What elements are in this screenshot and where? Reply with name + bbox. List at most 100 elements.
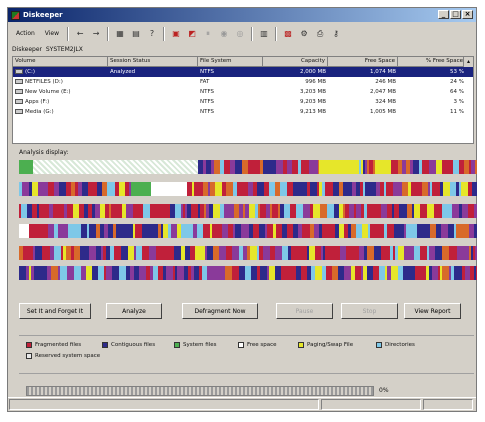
drive-icon: [15, 89, 23, 94]
analysis-segment: [475, 246, 477, 260]
analysis-segment: [33, 160, 198, 174]
print-icon[interactable]: ⎙: [313, 27, 327, 41]
options-icon[interactable]: ⚙: [297, 27, 311, 41]
column-header-percent-free[interactable]: % Free Space: [398, 57, 466, 67]
analysis-segment: [367, 246, 374, 260]
set-it-icon[interactable]: ▩: [281, 27, 295, 41]
defragment-icon[interactable]: ◩: [185, 27, 199, 41]
analysis-segment: [136, 204, 143, 218]
analysis-segment: [391, 266, 398, 280]
analysis-segment: [291, 246, 298, 260]
analysis-segment: [143, 204, 150, 218]
analysis-segment: [319, 160, 359, 174]
table-row[interactable]: NETFILES (D:) FAT 996 MB 246 MB 24 %: [13, 77, 473, 87]
forward-arrow-icon[interactable]: →: [89, 27, 103, 41]
path-value: SYSTEM2JLX: [45, 46, 83, 53]
table-row[interactable]: New Volume (E:) NTFS 3,203 MB 2,047 MB 64 %: [13, 87, 473, 97]
analysis-segment: [420, 246, 427, 260]
analysis-segment: [57, 204, 64, 218]
analyze-button[interactable]: Analyze: [106, 303, 162, 319]
pause-button[interactable]: Pause: [276, 303, 333, 319]
analysis-row: [19, 182, 477, 196]
legend-swatch: [298, 342, 304, 348]
filesystem-cell: NTFS: [200, 69, 215, 75]
analysis-segment: [408, 266, 415, 280]
window-title: Diskeeper: [23, 11, 63, 19]
analysis-segment: [51, 266, 58, 280]
volume-cell: Media (G:): [13, 109, 108, 115]
schedule-icon[interactable]: ▥: [257, 27, 271, 41]
analysis-segment: [423, 224, 430, 238]
report-icon[interactable]: ◎: [233, 27, 247, 41]
free-space-cell: 1,074 MB: [369, 69, 396, 75]
percent-free-cell: 24 %: [450, 79, 464, 85]
table-row[interactable]: Apps (F:) NTFS 9,203 MB 324 MB 3 %: [13, 97, 473, 107]
analysis-segment: [456, 224, 463, 238]
analysis-segment: [121, 246, 128, 260]
analysis-segment: [213, 204, 220, 218]
analysis-segment: [35, 246, 42, 260]
table-row[interactable]: Media (G:) NTFS 9,213 MB 1,005 MB 11 %: [13, 107, 473, 117]
status-cell: Analyzed: [110, 69, 136, 75]
path-label: Diskeeper: [12, 46, 43, 53]
status-pane-2: [321, 399, 421, 410]
table-row[interactable]: (C:) Analyzed NTFS 2,000 MB 1,074 MB 53 %: [13, 67, 473, 77]
analysis-segment: [472, 182, 477, 196]
analysis-segment: [151, 182, 187, 196]
analysis-display: [19, 160, 477, 280]
analysis-segment: [177, 266, 184, 280]
analysis-segment: [74, 266, 81, 280]
properties-icon[interactable]: ▤: [129, 27, 143, 41]
column-header-free-space[interactable]: Free Space: [328, 57, 398, 67]
tree-icon[interactable]: ▦: [113, 27, 127, 41]
filesystem-cell: NTFS: [200, 109, 215, 115]
analyze-icon[interactable]: ▣: [169, 27, 183, 41]
legend-swatch: [102, 342, 108, 348]
legend-item-directories: Directories: [376, 342, 415, 348]
maximize-button[interactable]: □: [450, 10, 461, 19]
set-it-and-forget-it-button[interactable]: Set It and Forget It: [19, 303, 91, 319]
analysis-segment: [462, 246, 469, 260]
analysis-segment: [257, 182, 264, 196]
analysis-segment: [476, 266, 477, 280]
free-space-cell: 324 MB: [375, 99, 396, 105]
analysis-segment: [276, 160, 283, 174]
analysis-segment: [320, 204, 327, 218]
analysis-segment: [232, 246, 239, 260]
legend-item-reserved: Reserved system space: [26, 353, 100, 359]
menu-view[interactable]: View: [41, 30, 63, 37]
analysis-segment: [112, 266, 119, 280]
help-icon[interactable]: ?: [145, 27, 159, 41]
analysis-segment: [213, 266, 220, 280]
progress-bar: [26, 386, 374, 396]
column-header-capacity[interactable]: Capacity: [263, 57, 328, 67]
title-bar[interactable]: Diskeeper _ □ ×: [8, 8, 476, 22]
analysis-label: Analysis display:: [19, 149, 69, 156]
analysis-row: [19, 224, 477, 238]
stop-button[interactable]: Stop: [341, 303, 398, 319]
view-report-button[interactable]: View Report: [404, 303, 461, 319]
pause-icon[interactable]: ⏸: [201, 27, 215, 41]
column-header-file-system[interactable]: File System: [198, 57, 263, 67]
menu-action[interactable]: Action: [12, 30, 39, 37]
column-header-volume[interactable]: Volume: [13, 57, 108, 67]
key-icon[interactable]: ⚷: [329, 27, 343, 41]
analysis-segment: [260, 266, 267, 280]
scroll-up-arrow[interactable]: ▴: [463, 57, 473, 67]
legend-swatch: [26, 353, 32, 359]
analysis-segment: [441, 224, 448, 238]
analysis-segment: [442, 266, 449, 280]
capacity-cell: 2,000 MB: [299, 69, 326, 75]
analysis-segment: [344, 266, 351, 280]
free-space-cell: 1,005 MB: [369, 109, 396, 115]
defragment-now-button[interactable]: Defragment Now: [182, 303, 258, 319]
column-header-session-status[interactable]: Session Status: [108, 57, 198, 67]
free-space-cell: 2,047 MB: [369, 89, 396, 95]
analysis-segment: [135, 224, 142, 238]
close-button[interactable]: ×: [462, 10, 473, 19]
back-arrow-icon[interactable]: ←: [73, 27, 87, 41]
percent-free-cell: 11 %: [450, 109, 464, 115]
stop-icon[interactable]: ◉: [217, 27, 231, 41]
filesystem-cell: NTFS: [200, 99, 215, 105]
minimize-button[interactable]: _: [438, 10, 449, 19]
